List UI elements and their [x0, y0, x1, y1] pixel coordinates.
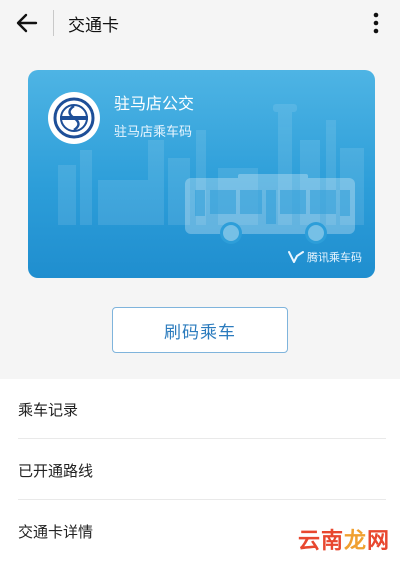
back-arrow-icon [16, 13, 38, 33]
card-section: 驻马店公交 驻马店乘车码 腾讯乘车码 刷码乘车 [0, 46, 400, 379]
header-divider [53, 10, 54, 36]
app-header: 交通卡 [0, 0, 400, 46]
transit-card[interactable]: 驻马店公交 驻马店乘车码 腾讯乘车码 [28, 70, 375, 278]
menu-item-label: 已开通路线 [18, 462, 94, 480]
page-title: 交通卡 [68, 16, 119, 36]
bus-company-logo [48, 92, 100, 144]
divider [18, 499, 386, 500]
scan-to-ride-button[interactable]: 刷码乘车 [112, 307, 288, 353]
watermark-part2: 龙 [343, 529, 367, 554]
menu-item-opened-routes[interactable]: 已开通路线 [0, 440, 400, 500]
menu-list: 乘车记录 已开通路线 交通卡详情 云南龙网 [0, 379, 400, 561]
more-vertical-icon [373, 12, 379, 34]
brand-label: 腾讯乘车码 [307, 251, 362, 264]
watermark-part1: 云南 [297, 529, 344, 554]
more-options-button[interactable] [364, 8, 388, 38]
back-button[interactable] [10, 7, 44, 39]
card-subtitle: 驻马店乘车码 [114, 125, 193, 140]
tencent-brand-icon [288, 251, 304, 263]
menu-item-label: 乘车记录 [18, 401, 79, 419]
card-title: 驻马店公交 [114, 94, 195, 113]
menu-item-label: 交通卡详情 [18, 523, 94, 541]
site-watermark: 云南龙网 [298, 523, 390, 555]
watermark-part3: 网 [366, 529, 390, 554]
divider [18, 438, 386, 439]
brand-badge: 腾讯乘车码 [288, 249, 362, 265]
menu-item-ride-records[interactable]: 乘车记录 [0, 379, 400, 439]
